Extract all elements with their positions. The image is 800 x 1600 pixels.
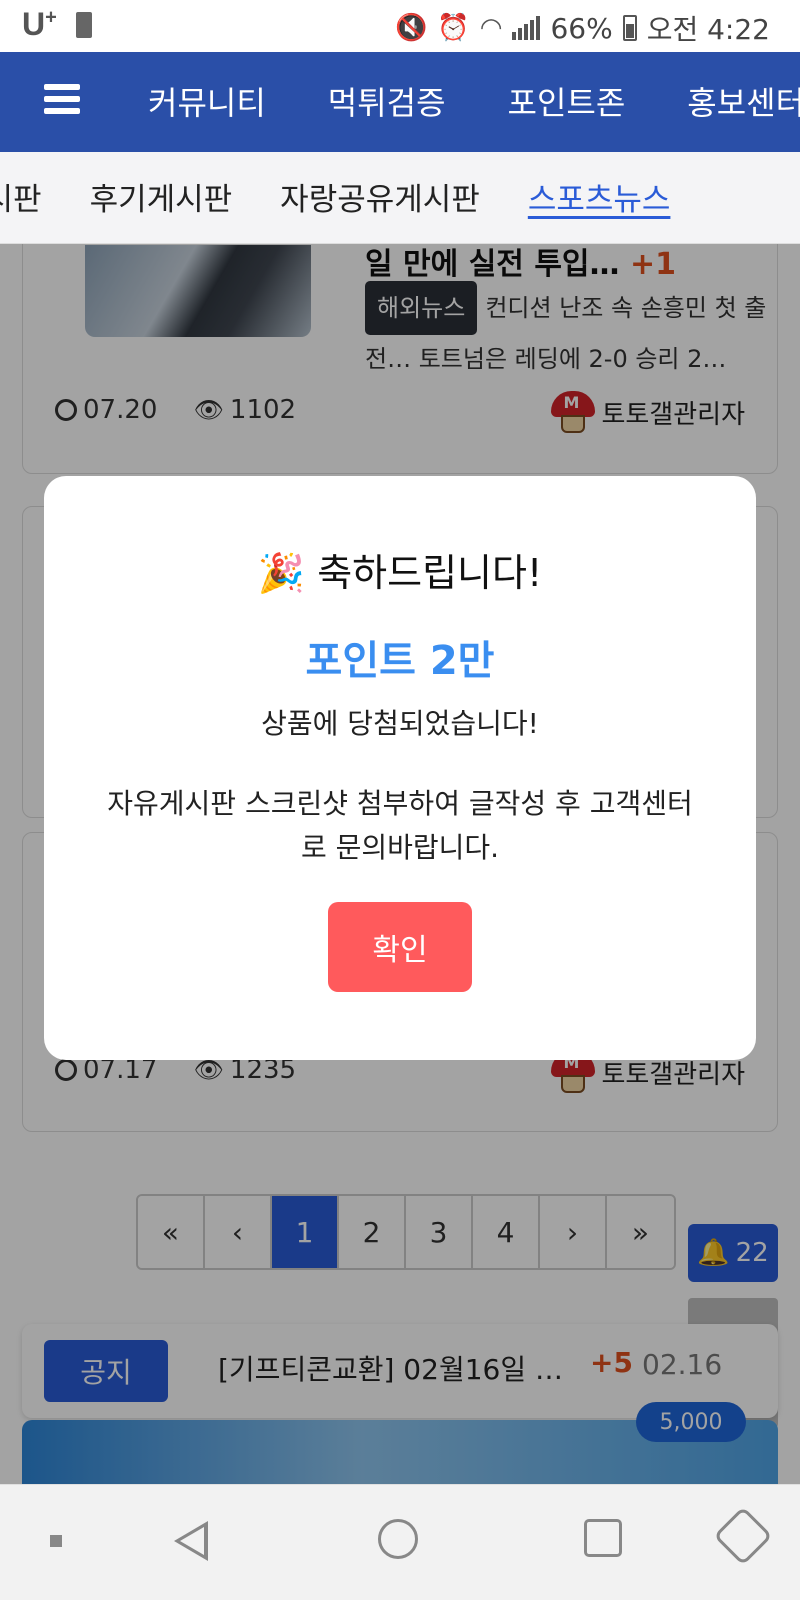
status-bar: U+ 🔇 ⏰ ◠ 66% 오전 4:22	[0, 0, 800, 52]
hamburger-icon[interactable]	[44, 84, 80, 114]
modal-prize: 포인트 2만	[305, 638, 495, 684]
nav-item-verification[interactable]: 먹튀검증	[328, 78, 446, 124]
menu-dot-icon[interactable]	[50, 1535, 62, 1547]
clock-time: 오전 4:22	[646, 13, 770, 46]
party-popper-icon: 🎉	[257, 551, 306, 595]
modal-title: 🎉 축하드립니다!	[257, 551, 543, 595]
nav-item-point-zone[interactable]: 포인트존	[508, 78, 626, 124]
signal-icon	[512, 16, 541, 40]
nav-item-community[interactable]: 커뮤니티	[148, 78, 266, 124]
home-icon[interactable]	[378, 1519, 418, 1559]
battery-icon	[622, 15, 637, 41]
sub-nav: 게시판 후기게시판 자랑공유게시판 스포츠뉴스	[0, 152, 800, 244]
sub-nav-item-board[interactable]: 게시판	[0, 174, 42, 219]
back-icon[interactable]	[174, 1521, 208, 1561]
wifi-icon: ◠	[479, 13, 503, 43]
sub-nav-item-share-board[interactable]: 자랑공유게시판	[280, 174, 480, 219]
modal-message: 상품에 당첨되었습니다!	[261, 707, 539, 740]
nav-item-promo-center[interactable]: 홍보센터	[687, 78, 800, 124]
mute-icon: 🔇	[395, 13, 428, 43]
sub-nav-item-sports-news[interactable]: 스포츠뉴스	[528, 174, 671, 219]
battery-percent: 66%	[550, 11, 613, 45]
confirm-button[interactable]: 확인	[328, 902, 472, 992]
top-nav: 커뮤니티 먹튀검증 포인트존 홍보센터	[0, 52, 800, 152]
system-nav-bar	[0, 1484, 800, 1600]
rotate-icon[interactable]	[713, 1506, 773, 1566]
sub-nav-item-review-board[interactable]: 후기게시판	[90, 174, 233, 219]
prize-modal: 🎉 축하드립니다! 포인트 2만 상품에 당첨되었습니다! 자유게시판 스크린샷…	[44, 476, 756, 1060]
recent-apps-icon[interactable]	[584, 1519, 622, 1557]
carrier-label: U+	[22, 6, 57, 42]
usb-icon	[76, 12, 92, 38]
modal-instructions: 자유게시판 스크린샷 첨부하여 글작성 후 고객센터로 문의바랍니다.	[107, 787, 693, 864]
alarm-icon: ⏰	[437, 13, 470, 43]
